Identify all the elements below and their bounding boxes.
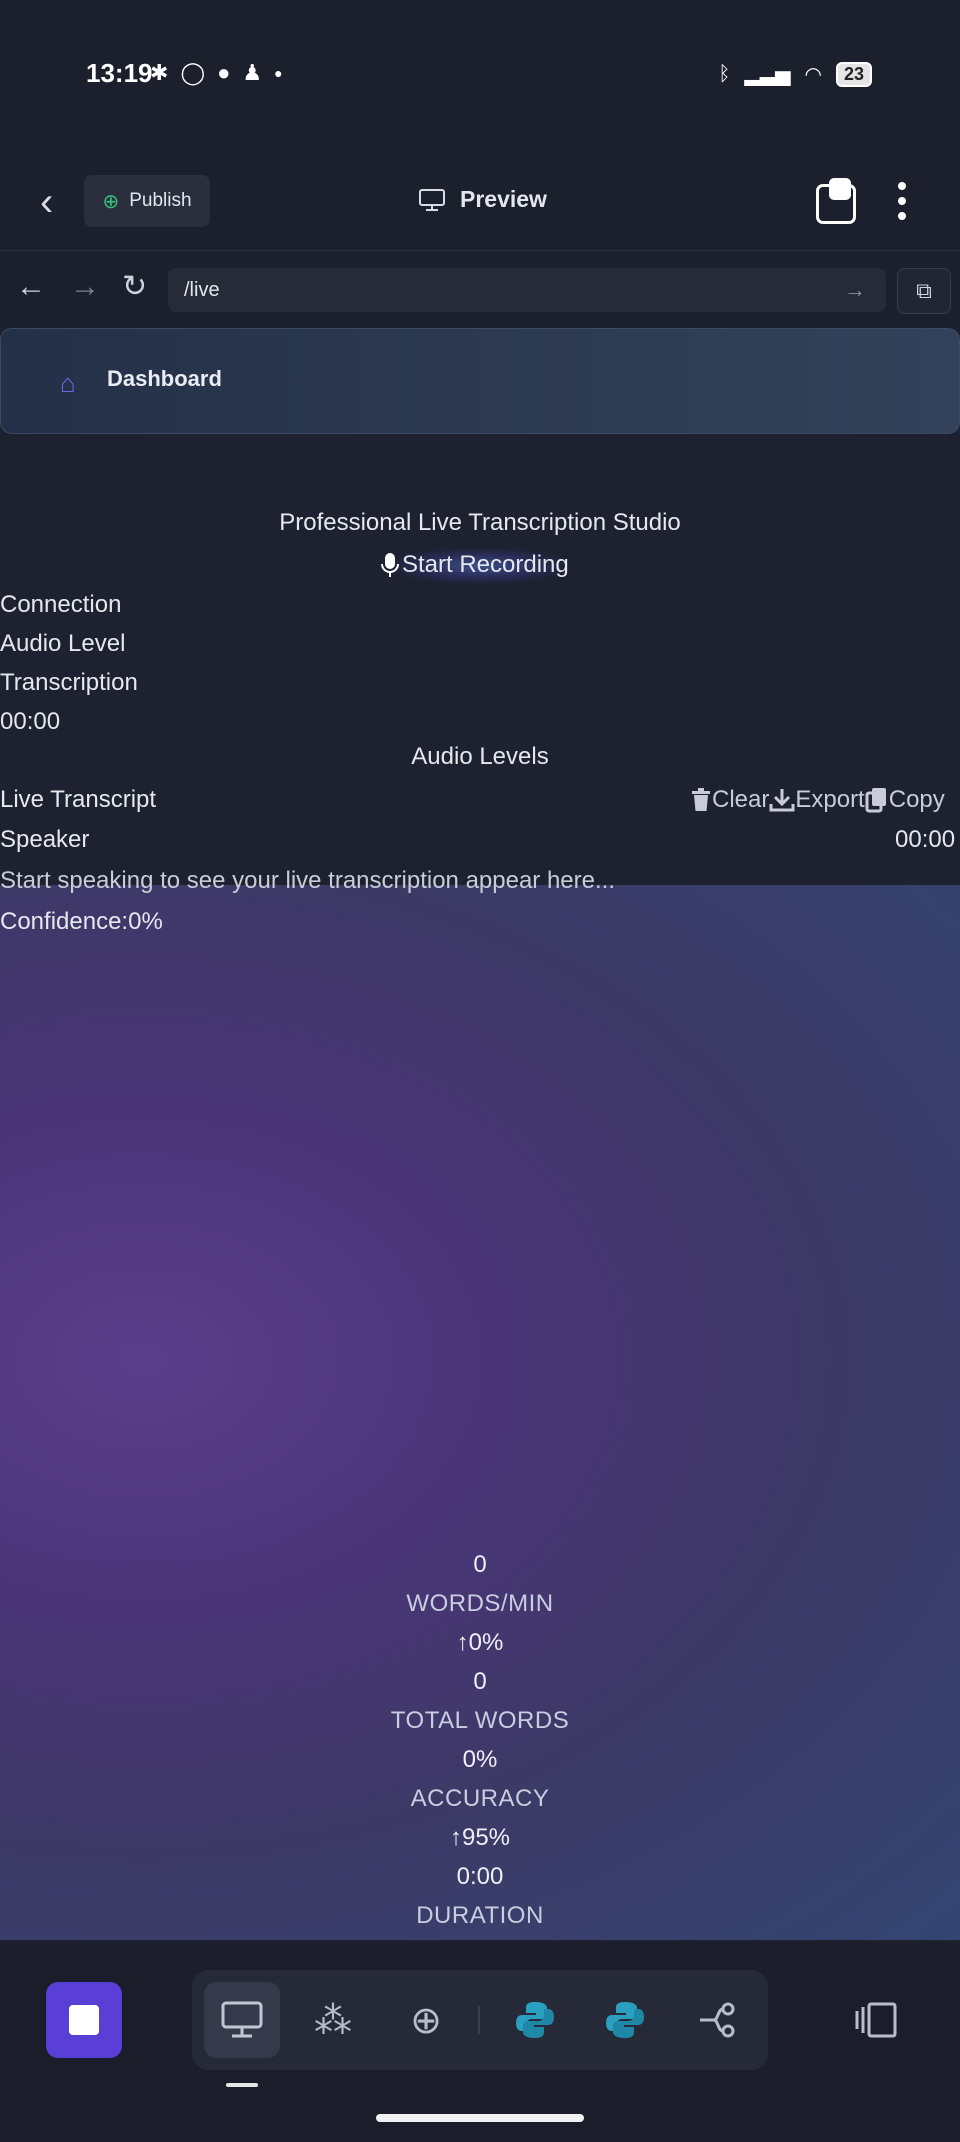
- molecule-icon: ⁂: [314, 1999, 352, 2042]
- arrow-up-icon: ↑: [449, 1824, 462, 1851]
- speaker-timestamp: 00:00: [895, 826, 956, 853]
- python-icon: [606, 2002, 644, 2038]
- live-transcript-title: Live Transcript: [0, 786, 157, 813]
- transcript-actions: Clear Export Copy: [690, 786, 945, 814]
- transcription-label: Transcription: [0, 669, 138, 696]
- confidence-label: Confidence:: [0, 908, 129, 935]
- notification-icons: ✱ ◯ ● ♟ ●: [150, 60, 283, 86]
- confidence-readout: Confidence:0%: [0, 908, 163, 936]
- go-arrow-icon[interactable]: →: [844, 268, 866, 312]
- accuracy-change: ↑95%: [449, 1824, 511, 1851]
- python-tool-button-2[interactable]: [587, 1982, 663, 2058]
- accuracy-label: ACCURACY: [410, 1785, 550, 1812]
- slack-icon: ✱: [150, 60, 169, 85]
- signal-icon: ▂▃▅: [744, 64, 791, 86]
- desktop-view-button[interactable]: [204, 1982, 280, 2058]
- preview-label: Preview: [460, 186, 547, 212]
- url-text: /live: [184, 279, 220, 301]
- preview-toggle[interactable]: Preview: [418, 186, 547, 213]
- page-title: Professional Live Transcription Studio: [279, 509, 681, 536]
- microphone-icon: [381, 553, 399, 577]
- workflow-icon: [700, 2002, 735, 2038]
- active-tab-indicator: [226, 2083, 258, 2087]
- battery-icon: 23: [835, 62, 872, 87]
- connection-label: Connection: [0, 591, 122, 618]
- forward-arrow-icon[interactable]: →: [70, 272, 100, 302]
- wpm-value: 0: [473, 1551, 487, 1578]
- stats-background: [0, 885, 960, 1940]
- total-words-label: TOTAL WORDS: [390, 1707, 570, 1734]
- export-button[interactable]: Export: [769, 786, 865, 814]
- back-arrow-icon[interactable]: ←: [16, 272, 46, 302]
- dashboard-link[interactable]: Dashboard: [107, 366, 222, 392]
- wpm-label: WORDS/MIN: [406, 1590, 554, 1617]
- python-icon: [516, 2002, 554, 2038]
- system-status-icons: ᛒ ▂▃▅ ◠ 23: [718, 62, 872, 87]
- audio-level-label: Audio Level: [0, 630, 126, 657]
- copy-icon: [865, 788, 886, 813]
- speaker-label: Speaker: [0, 826, 90, 853]
- monitor-icon: [221, 2001, 263, 2038]
- arrow-up-icon: ↑: [456, 1629, 469, 1656]
- publish-button[interactable]: ⊕ Publish: [84, 175, 210, 227]
- split-view-button[interactable]: [838, 1982, 914, 2058]
- components-button[interactable]: ⁂: [295, 1982, 371, 2058]
- home-icon[interactable]: ⌂: [60, 368, 76, 399]
- stop-button[interactable]: [46, 1982, 122, 2058]
- status-time: 13:19: [86, 58, 153, 88]
- back-chevron-icon[interactable]: ‹: [40, 182, 53, 222]
- open-external-icon[interactable]: ⧉: [897, 268, 951, 314]
- session-timer: 00:00: [0, 708, 61, 735]
- transcript-placeholder: Start speaking to see your live transcri…: [0, 867, 615, 894]
- download-icon: [769, 789, 795, 812]
- duration-value: 0:00: [456, 1863, 504, 1890]
- start-recording-button[interactable]: Start Recording: [380, 551, 569, 579]
- python-tool-button-1[interactable]: [497, 1982, 573, 2058]
- audio-levels-title: Audio Levels: [411, 743, 549, 770]
- confidence-value: 0%: [128, 908, 163, 935]
- tabs-icon[interactable]: [816, 178, 856, 224]
- monitor-icon: [419, 188, 445, 211]
- more-options-icon[interactable]: [896, 182, 908, 220]
- toolbar-divider: [478, 2006, 480, 2034]
- snapchat-icon: ♟: [242, 60, 263, 85]
- copy-button[interactable]: Copy: [865, 786, 945, 814]
- publish-icon: ⊕: [102, 190, 120, 213]
- bluetooth-icon: ᛒ: [718, 63, 731, 85]
- total-words-change: 0%: [462, 1746, 498, 1773]
- reload-icon[interactable]: ↻: [122, 272, 147, 302]
- chat-icon: ●: [217, 60, 231, 85]
- wpm-change: ↑0%: [456, 1629, 504, 1656]
- globe-pin-icon: ⊕: [410, 1999, 442, 2042]
- url-input[interactable]: /live →: [168, 268, 886, 312]
- duration-label: DURATION: [416, 1902, 544, 1929]
- home-indicator[interactable]: [376, 2114, 584, 2122]
- start-recording-label: Start Recording: [402, 551, 569, 578]
- publish-label: Publish: [129, 190, 192, 211]
- whatsapp-icon: ◯: [180, 60, 206, 85]
- total-words-value: 0: [473, 1668, 487, 1695]
- publish-tool-button[interactable]: ⊕: [388, 1982, 464, 2058]
- workflow-button[interactable]: [680, 1982, 756, 2058]
- clear-button[interactable]: Clear: [690, 786, 769, 814]
- wifi-icon: ◠: [804, 64, 822, 86]
- split-panel-icon: [855, 2002, 897, 2038]
- trash-icon: [692, 788, 710, 811]
- dot-icon: ●: [274, 65, 283, 81]
